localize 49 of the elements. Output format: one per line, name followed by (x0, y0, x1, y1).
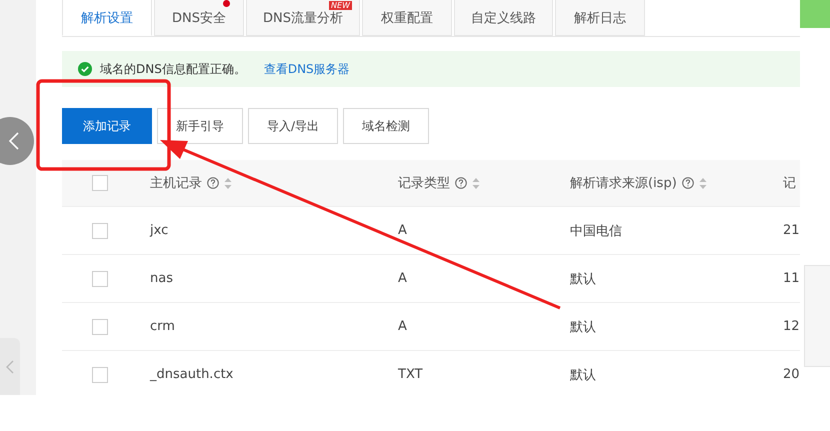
tab[interactable]: DNS安全 (154, 0, 244, 36)
table-cell: A (398, 271, 407, 286)
chevron-left-icon (8, 132, 20, 150)
row-checkbox[interactable] (92, 222, 108, 238)
new-badge: NEW (329, 1, 352, 10)
check-circle-icon (78, 62, 92, 76)
alert-message: 域名的DNS信息配置正确。 (100, 60, 246, 78)
collapse-handle[interactable] (0, 338, 20, 395)
table-cell: TXT (398, 367, 423, 382)
help-icon (455, 177, 467, 189)
sort-icon[interactable] (698, 176, 707, 190)
back-button[interactable] (0, 117, 34, 165)
table-cell-text: 中国电信 (570, 222, 622, 240)
tab[interactable]: 解析日志 (555, 0, 645, 36)
sort-icon[interactable] (472, 176, 480, 190)
column-header: 记 (783, 175, 796, 192)
table-cell: 21 (783, 223, 800, 238)
row-checkbox[interactable] (92, 366, 108, 382)
table-cell-text: 默认 (570, 318, 596, 336)
select-all-checkbox[interactable] (92, 175, 108, 191)
table-cell: A (398, 319, 407, 334)
table-cell: 12 (783, 319, 800, 334)
row-checkbox[interactable] (92, 318, 108, 334)
table-cell-text: 默认 (570, 270, 596, 288)
table-cell: crm (150, 319, 175, 334)
tab[interactable]: 自定义线路 (454, 0, 553, 36)
table-cell: _dnsauth.ctx (150, 367, 234, 382)
table-cell-text: 默认 (570, 366, 596, 384)
table-cell: 20 (783, 367, 800, 382)
column-header: 解析请求来源(isp) (570, 175, 677, 192)
help-icon (207, 177, 219, 189)
table-cell: jxc (150, 223, 168, 238)
toolbar-button[interactable]: 新手引导 (157, 108, 243, 144)
tab[interactable]: 解析设置 (62, 0, 152, 36)
column-header: 记录类型 (398, 175, 450, 192)
toolbar-button[interactable]: 域名检测 (343, 108, 430, 144)
row-checkbox[interactable] (92, 270, 108, 286)
tab[interactable]: 权重配置 (362, 0, 452, 36)
table-cell: nas (150, 271, 173, 286)
dns-server-link[interactable]: 查看DNS服务器 (264, 60, 350, 78)
toolbar-button[interactable]: 导入/导出 (248, 108, 338, 144)
column-header: 主机记录 (150, 175, 202, 192)
table-cell: 11 (783, 271, 800, 286)
sort-icon[interactable] (224, 176, 232, 190)
chevron-left-icon (6, 360, 14, 374)
side-panel-edge (800, 0, 830, 28)
help-icon (682, 177, 694, 189)
toolbar-button[interactable]: 添加记录 (62, 108, 152, 144)
table-cell: A (398, 223, 407, 238)
